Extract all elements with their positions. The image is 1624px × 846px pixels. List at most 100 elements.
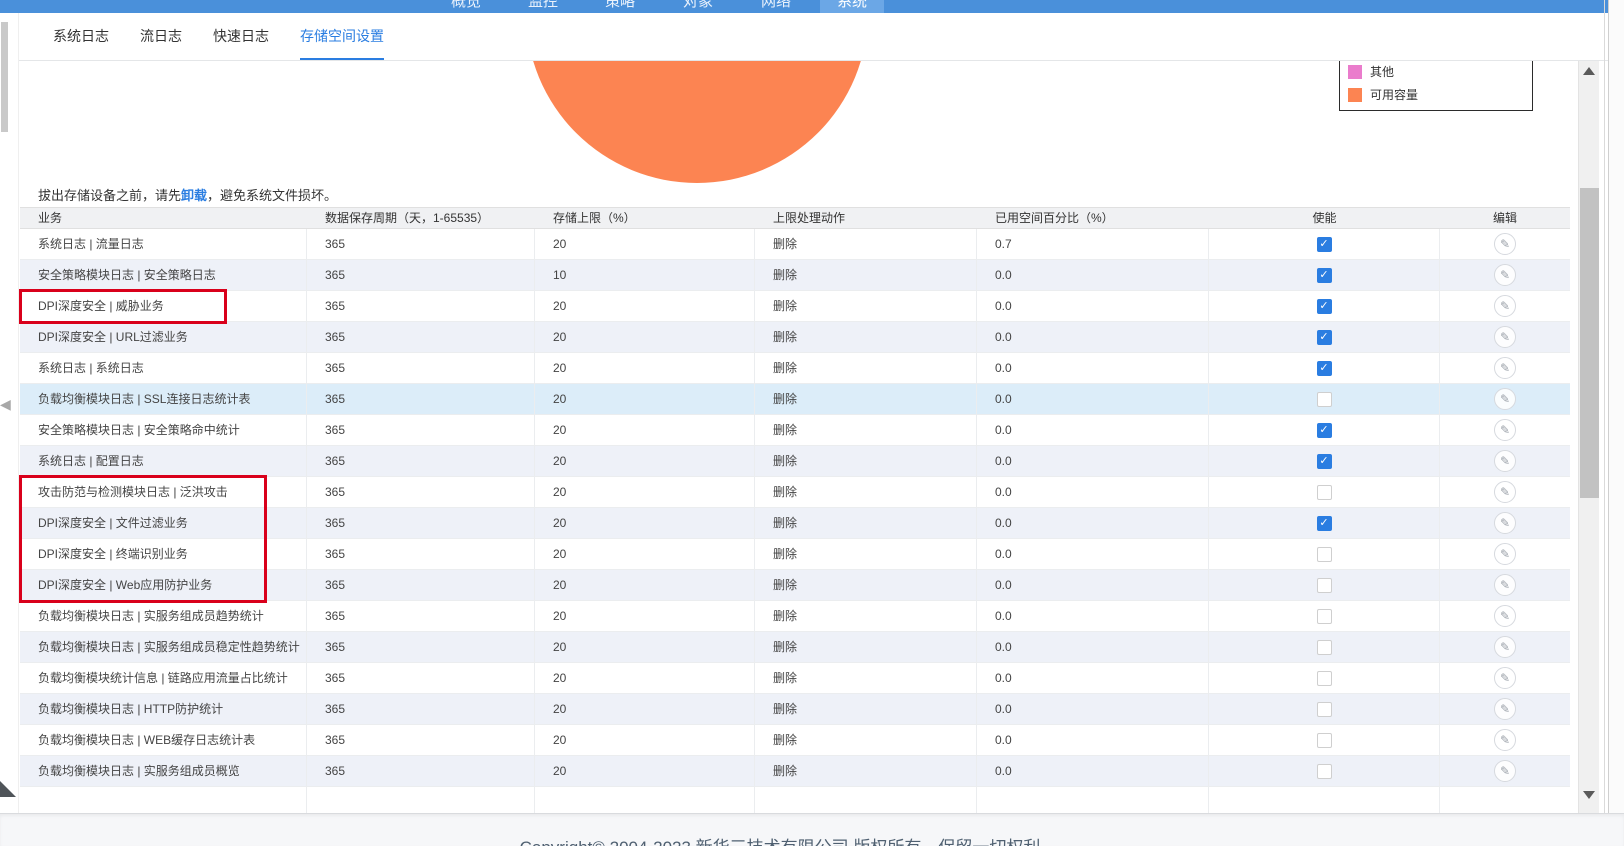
- enable-checkbox[interactable]: [1316, 237, 1332, 252]
- table-row: 负载均衡模块日志 | 实服务组成员概览 365 20 删除 0.0 ✎: [20, 756, 1570, 787]
- edit-button[interactable]: ✎: [1494, 388, 1516, 410]
- cell-storage-limit: 20: [535, 694, 755, 724]
- tab-item[interactable]: 流日志: [140, 13, 182, 60]
- enable-checkbox[interactable]: [1316, 547, 1332, 562]
- table-row: 系统日志 | 流量日志 365 20 删除 0.7 ✎: [20, 229, 1570, 260]
- edit-button[interactable]: ✎: [1494, 729, 1516, 751]
- cell-storage-limit: 20: [535, 756, 755, 786]
- legend-item[interactable]: 其他: [1348, 64, 1524, 79]
- cell-retention-period: 365: [307, 601, 535, 631]
- cell-business: 安全策略模块日志 | 安全策略日志: [20, 260, 307, 290]
- cell-used-percent: 0.0: [977, 477, 1209, 507]
- cell-used-percent: 0.0: [977, 260, 1209, 290]
- corner-triangle-icon[interactable]: [0, 781, 16, 797]
- nav-menu-item[interactable]: 网络: [744, 0, 808, 13]
- left-scrollbar-thumb[interactable]: [1, 22, 8, 132]
- table-row: 负载均衡模块日志 | WEB缓存日志统计表 365 20 删除 0.0 ✎: [20, 725, 1570, 756]
- enable-checkbox[interactable]: [1316, 516, 1332, 531]
- tab-item[interactable]: 存储空间设置: [300, 13, 384, 60]
- cell-business: DPI深度安全 | 终端识别业务: [20, 539, 307, 569]
- enable-checkbox[interactable]: [1316, 578, 1332, 593]
- cell-limit-action: 删除: [755, 260, 977, 290]
- cell-limit-action: 删除: [755, 570, 977, 600]
- browser-scrollbar-strip[interactable]: [1604, 0, 1624, 846]
- cell-used-percent: 0.0: [977, 663, 1209, 693]
- nav-menu-item[interactable]: 系统: [820, 0, 884, 13]
- legend-swatch: [1348, 64, 1362, 79]
- enable-checkbox[interactable]: [1316, 640, 1332, 655]
- cell-retention-period: 365: [307, 756, 535, 786]
- cell-storage-limit: 20: [535, 601, 755, 631]
- nav-menu-item[interactable]: 监控: [511, 0, 575, 13]
- storage-settings-panel: 其他 可用容量 拔出存储设备之前，请先卸载，避免系统文件损坏。 业务 数据保存周期…: [0, 61, 1624, 813]
- enable-checkbox[interactable]: [1316, 485, 1332, 500]
- edit-button[interactable]: ✎: [1494, 450, 1516, 472]
- edit-button[interactable]: ✎: [1494, 326, 1516, 348]
- edit-button[interactable]: ✎: [1494, 419, 1516, 441]
- cell-storage-limit: 20: [535, 229, 755, 259]
- cell-retention-period: 365: [307, 725, 535, 755]
- enable-checkbox[interactable]: [1316, 609, 1332, 624]
- cell-business: DPI深度安全 | Web应用防护业务: [20, 570, 307, 600]
- table-row: 负载均衡模块日志 | 实服务组成员趋势统计 365 20 删除 0.0 ✎: [20, 601, 1570, 632]
- nav-menu-item[interactable]: 对象: [666, 0, 730, 13]
- edit-button[interactable]: ✎: [1494, 636, 1516, 658]
- collapse-left-arrow-icon[interactable]: ◀: [0, 396, 11, 413]
- cell-used-percent: 0.0: [977, 291, 1209, 321]
- cell-retention-period: 365: [307, 260, 535, 290]
- cell-storage-limit: 20: [535, 663, 755, 693]
- cell-storage-limit: 10: [535, 260, 755, 290]
- tab-item[interactable]: 系统日志: [53, 13, 109, 60]
- enable-checkbox[interactable]: [1316, 764, 1332, 779]
- table-row-partial: [20, 787, 1570, 813]
- enable-checkbox[interactable]: [1316, 268, 1332, 283]
- edit-button[interactable]: ✎: [1494, 481, 1516, 503]
- pencil-icon: ✎: [1499, 516, 1511, 530]
- cell-limit-action: 删除: [755, 725, 977, 755]
- cell-used-percent: 0.0: [977, 725, 1209, 755]
- edit-button[interactable]: ✎: [1494, 543, 1516, 565]
- enable-checkbox[interactable]: [1316, 392, 1332, 407]
- nav-menu-label: 网络: [760, 0, 791, 10]
- edit-button[interactable]: ✎: [1494, 295, 1516, 317]
- edit-button[interactable]: ✎: [1494, 760, 1516, 782]
- pencil-icon: ✎: [1499, 454, 1511, 468]
- enable-checkbox[interactable]: [1316, 454, 1332, 469]
- legend-item[interactable]: 可用容量: [1348, 87, 1524, 102]
- pencil-icon: ✎: [1499, 733, 1511, 747]
- enable-checkbox[interactable]: [1316, 733, 1332, 748]
- pencil-icon: ✎: [1499, 392, 1511, 406]
- edit-button[interactable]: ✎: [1494, 605, 1516, 627]
- edit-button[interactable]: ✎: [1494, 357, 1516, 379]
- table-row: 系统日志 | 系统日志 365 20 删除 0.0 ✎: [20, 353, 1570, 384]
- table-header-cell: 编辑: [1492, 211, 1517, 225]
- edit-button[interactable]: ✎: [1494, 667, 1516, 689]
- edit-button[interactable]: ✎: [1494, 233, 1516, 255]
- cell-used-percent: 0.0: [977, 322, 1209, 352]
- table-row: DPI深度安全 | Web应用防护业务 365 20 删除 0.0 ✎: [20, 570, 1570, 601]
- enable-checkbox[interactable]: [1316, 702, 1332, 717]
- cell-retention-period: 365: [307, 322, 535, 352]
- scroll-up-arrow-icon[interactable]: [1583, 67, 1595, 75]
- edit-button[interactable]: ✎: [1494, 574, 1516, 596]
- enable-checkbox[interactable]: [1316, 330, 1332, 345]
- cell-business: 系统日志 | 系统日志: [20, 353, 307, 383]
- unmount-link[interactable]: 卸载: [181, 188, 207, 203]
- tab-item[interactable]: 快速日志: [213, 13, 269, 60]
- scrollbar-thumb[interactable]: [1580, 188, 1599, 498]
- edit-button[interactable]: ✎: [1494, 698, 1516, 720]
- cell-business: 系统日志 | 配置日志: [20, 446, 307, 476]
- enable-checkbox[interactable]: [1316, 671, 1332, 686]
- edit-button[interactable]: ✎: [1494, 264, 1516, 286]
- nav-menu-item[interactable]: 策略: [588, 0, 652, 13]
- edit-button[interactable]: ✎: [1494, 512, 1516, 534]
- scroll-down-arrow-icon[interactable]: [1583, 791, 1595, 799]
- cell-storage-limit: [535, 787, 755, 813]
- enable-checkbox[interactable]: [1316, 299, 1332, 314]
- table-header-cell: 业务: [38, 211, 63, 225]
- nav-menu-item[interactable]: 概览: [434, 0, 498, 13]
- pencil-icon: ✎: [1499, 361, 1511, 375]
- enable-checkbox[interactable]: [1316, 361, 1332, 376]
- cell-business: 负载均衡模块统计信息 | 链路应用流量占比统计: [20, 663, 307, 693]
- enable-checkbox[interactable]: [1316, 423, 1332, 438]
